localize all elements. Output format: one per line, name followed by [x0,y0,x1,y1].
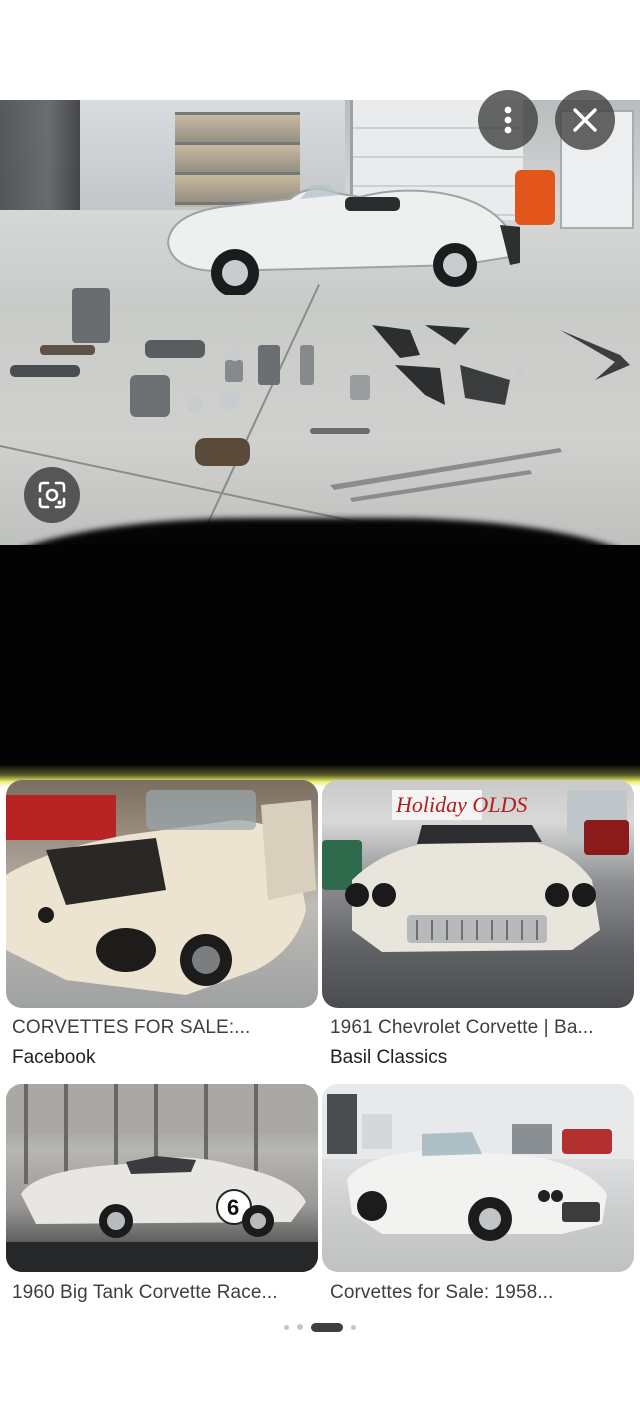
redacted-area [0,545,640,770]
more-vertical-icon [504,106,512,134]
forklift [0,100,80,210]
google-lens-button[interactable] [24,467,80,523]
pagination-dot-active[interactable] [311,1322,343,1332]
dealer-sign-text: Holiday OLDS [395,792,527,817]
corvette-thumbnail-image: 6 [6,1084,318,1272]
image-viewer-page: CORVETTES FOR SALE:... Facebook Holiday … [0,0,640,1422]
corvette-body [166,185,520,295]
corvette-thumbnail-image: Holiday OLDS [322,790,629,952]
close-button[interactable] [555,90,615,150]
result-title[interactable]: 1961 Chevrolet Corvette | Ba... [330,1017,630,1039]
red-equipment [515,170,555,225]
result-source: Facebook [12,1047,96,1068]
main-image[interactable] [0,100,640,555]
close-icon [573,108,597,132]
pagination-dot[interactable] [351,1324,356,1330]
parts-layout [10,288,630,502]
corvette-thumbnail-image [322,1084,634,1241]
result-title[interactable]: CORVETTES FOR SALE:... [12,1017,312,1039]
result-thumbnail[interactable] [322,1084,634,1272]
google-lens-icon [38,481,66,509]
result-title[interactable]: Corvettes for Sale: 1958... [330,1282,630,1304]
result-source: Basil Classics [330,1047,448,1068]
corvette-thumbnail-image [6,790,316,995]
more-options-button[interactable] [478,90,538,150]
pagination-dot[interactable] [284,1324,289,1330]
result-thumbnail[interactable] [6,780,318,1008]
result-thumbnail[interactable]: 6 [6,1084,318,1272]
pagination-dots [0,1321,640,1333]
result-title[interactable]: 1960 Big Tank Corvette Race... [12,1282,312,1304]
pagination-dot[interactable] [297,1324,303,1330]
result-thumbnail[interactable]: Holiday OLDS [322,780,634,1008]
race-number: 6 [227,1195,239,1220]
